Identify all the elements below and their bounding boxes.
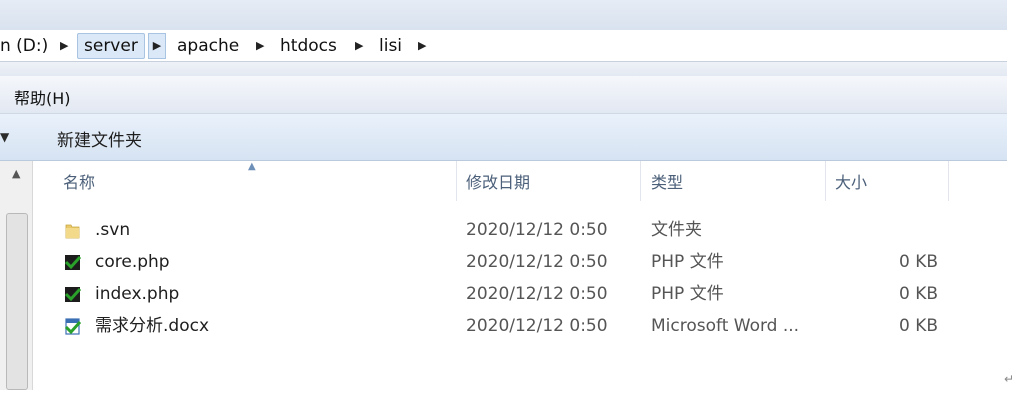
sort-ascending-icon: ▲ (248, 161, 256, 172)
file-type: PHP 文件 (651, 284, 724, 304)
file-row[interactable]: index.php 2020/12/12 0:50 PHP 文件 0 KB (33, 278, 1007, 310)
svn-php-file-icon (64, 287, 82, 302)
file-name: index.php (95, 284, 180, 304)
file-size: 0 KB (898, 284, 938, 304)
breadcrumb-lisi[interactable]: lisi (379, 34, 402, 58)
menu-bar: 帮助(H) (0, 76, 1007, 114)
folder-icon (65, 224, 80, 239)
toolbar: ▼ 新建文件夹 (0, 114, 1007, 161)
svn-php-file-icon (64, 255, 82, 270)
file-row[interactable]: core.php 2020/12/12 0:50 PHP 文件 0 KB (33, 246, 1007, 278)
file-type: PHP 文件 (651, 252, 724, 272)
window-title-bar (0, 0, 1007, 30)
breadcrumb-separator-icon[interactable]: ▶ (60, 34, 68, 58)
address-bar[interactable]: n (D:) ▶ server ▶ apache ▶ htdocs ▶ lisi… (0, 30, 1007, 62)
scrollbar-thumb[interactable] (6, 213, 28, 390)
column-divider[interactable] (640, 161, 641, 201)
file-type: Microsoft Word ... (651, 316, 800, 336)
file-date: 2020/12/12 0:50 (466, 220, 608, 240)
breadcrumb-separator-icon[interactable]: ▶ (418, 34, 426, 58)
column-header-name[interactable]: 名称 (63, 161, 95, 205)
organize-dropdown-icon[interactable]: ▼ (0, 130, 9, 144)
file-date: 2020/12/12 0:50 (466, 316, 608, 336)
svn-docx-file-icon (64, 318, 82, 335)
breadcrumb-separator-icon[interactable]: ▶ (256, 34, 264, 58)
menu-help[interactable]: 帮助(H) (14, 85, 71, 109)
new-folder-button[interactable]: 新建文件夹 (57, 126, 142, 151)
file-row[interactable]: 需求分析.docx 2020/12/12 0:50 Microsoft Word… (33, 310, 1007, 342)
column-divider[interactable] (948, 161, 949, 201)
scroll-up-icon[interactable]: ▲ (12, 167, 20, 180)
paragraph-return-icon: ↵ (1004, 372, 1015, 386)
breadcrumb-drive[interactable]: n (D:) (0, 34, 48, 58)
file-type: 文件夹 (651, 220, 702, 240)
file-row[interactable]: .svn 2020/12/12 0:50 文件夹 (33, 214, 1007, 246)
address-bar-bottom-border (0, 62, 1007, 76)
window-bottom-edge (0, 390, 1023, 405)
file-date: 2020/12/12 0:50 (466, 252, 608, 272)
breadcrumb-separator-icon[interactable]: ▶ (148, 33, 166, 59)
file-name: 需求分析.docx (95, 316, 210, 336)
file-size (896, 214, 938, 246)
breadcrumb-htdocs[interactable]: htdocs (280, 34, 337, 58)
breadcrumb-apache[interactable]: apache (177, 34, 239, 58)
file-date: 2020/12/12 0:50 (466, 284, 608, 304)
column-divider[interactable] (825, 161, 826, 201)
file-name: core.php (95, 252, 170, 272)
navigation-pane[interactable]: ▲ (0, 161, 33, 390)
column-divider[interactable] (456, 161, 457, 201)
breadcrumb-server[interactable]: server (77, 33, 145, 59)
column-header-size[interactable]: 大小 (835, 161, 867, 205)
file-name: .svn (95, 220, 131, 240)
column-header-type[interactable]: 类型 (651, 161, 683, 205)
breadcrumb-separator-icon[interactable]: ▶ (355, 34, 363, 58)
file-size: 0 KB (898, 316, 938, 336)
column-header-date[interactable]: 修改日期 (466, 161, 530, 205)
file-size: 0 KB (898, 252, 938, 272)
window-right-edge (1007, 0, 1023, 390)
